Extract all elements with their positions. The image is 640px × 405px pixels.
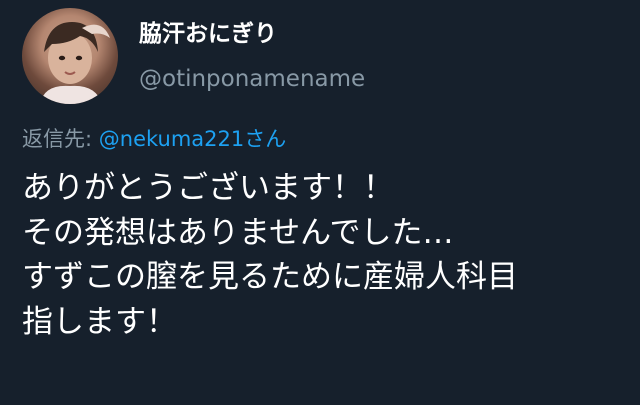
reply-to-line: 返信先: @nekuma221さん — [22, 124, 286, 154]
tweet: 脇汗おにぎり @otinponamename 返信先: @nekuma221さん… — [0, 0, 640, 405]
tweet-text: ありがとうございます！！ その発想はありませんでした… すずこの膣を見るために産… — [22, 166, 632, 344]
tweet-text-line: すずこの膣を見るために産婦人科目 — [22, 259, 518, 295]
avatar-photo-icon — [40, 22, 110, 104]
tweet-text-line: その発想はありませんでした… — [22, 214, 454, 251]
avatar[interactable] — [22, 8, 118, 104]
tweet-text-line: 指します！ — [22, 303, 177, 340]
display-name[interactable]: 脇汗おにぎり — [139, 18, 365, 50]
user-handle[interactable]: @otinponamename — [139, 64, 365, 94]
reply-to-label: 返信先: — [22, 127, 99, 151]
user-info: 脇汗おにぎり @otinponamename — [139, 18, 365, 94]
reply-mention-link[interactable]: @nekuma221さん — [99, 127, 286, 151]
tweet-text-line: ありがとうございます！！ — [22, 170, 394, 206]
